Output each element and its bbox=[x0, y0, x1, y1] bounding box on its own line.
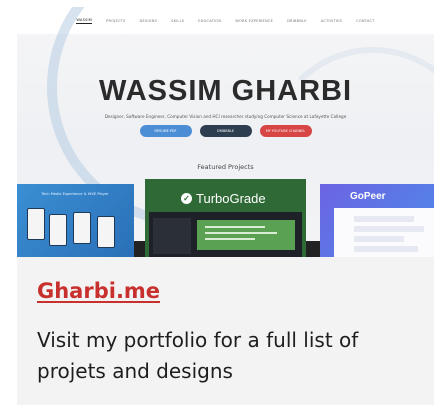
project-card-gopeer: GoPeer bbox=[320, 184, 434, 257]
turbograde-logo: ✓ TurboGrade bbox=[181, 191, 266, 206]
project-1-title: Tech Media Experience & HIVE Player bbox=[41, 192, 109, 196]
divider bbox=[134, 241, 145, 257]
featured-projects-label: Featured Projects bbox=[197, 163, 254, 171]
nav-item-activities: ACTIVITIES bbox=[320, 18, 343, 23]
phone-mockup bbox=[49, 214, 67, 246]
card-description: Visit my portfolio for a full list of pr… bbox=[37, 328, 359, 383]
gopeer-logo: GoPeer bbox=[350, 191, 386, 202]
hero-name: WASSIM GHARBI bbox=[98, 75, 353, 107]
phone-mockup bbox=[97, 216, 115, 248]
turbograde-results-panel bbox=[197, 220, 295, 250]
phone-mockup bbox=[73, 212, 91, 244]
phone-mockup bbox=[27, 208, 45, 240]
youtube-button: MY YOUTUBE CHANNEL bbox=[259, 125, 312, 137]
portfolio-card[interactable]: WASSIM PROJECTS DESIGNS SKILLS EDUCATION… bbox=[17, 7, 434, 405]
hero-buttons: RESUME.PDF DRIBBBLE MY YOUTUBE CHANNEL bbox=[17, 125, 434, 137]
turbograde-code-panel bbox=[153, 218, 191, 254]
card-title-link[interactable]: Gharbi.me bbox=[37, 279, 160, 303]
nav-item-contact: CONTACT bbox=[356, 18, 375, 23]
hero-subtitle: Designer, Software Engineer, Computer Vi… bbox=[104, 114, 347, 119]
dribbble-button: DRIBBBLE bbox=[199, 125, 252, 137]
check-circle-icon: ✓ bbox=[181, 193, 192, 204]
project-card-turbograde: ✓ TurboGrade bbox=[145, 179, 306, 257]
project-card-hive: Tech Media Experience & HIVE Player bbox=[17, 184, 134, 257]
resume-button: RESUME.PDF bbox=[139, 125, 192, 137]
portfolio-screenshot[interactable]: WASSIM PROJECTS DESIGNS SKILLS EDUCATION… bbox=[17, 7, 434, 257]
divider bbox=[306, 241, 320, 257]
turbograde-logo-text: TurboGrade bbox=[196, 191, 266, 206]
turbograde-screen bbox=[149, 212, 302, 257]
gopeer-window bbox=[334, 208, 434, 257]
